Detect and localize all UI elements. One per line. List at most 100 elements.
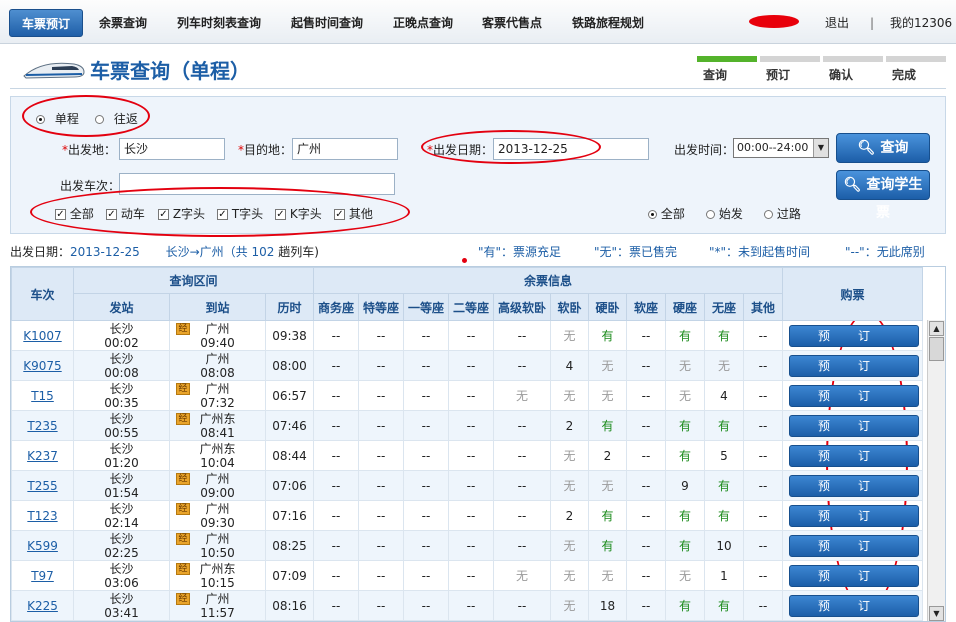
nav-delay-status[interactable]: 正晚点查询: [388, 9, 458, 37]
train-number-link[interactable]: K237: [27, 449, 58, 463]
checkbox-checked[interactable]: ✓: [55, 209, 66, 220]
results-scrollbar[interactable]: ▲ ▼: [927, 320, 945, 621]
nav-timetable[interactable]: 列车时刻表查询: [171, 9, 267, 37]
student-query-button[interactable]: 🔍︎ 查询学生票: [836, 170, 930, 221]
seat-cell: --: [403, 530, 449, 561]
type-emu[interactable]: ✓ 动车: [106, 205, 145, 222]
seat-cell: --: [403, 440, 449, 471]
checkbox-checked[interactable]: ✓: [275, 209, 286, 220]
train-logo-icon: [23, 62, 85, 79]
book-button[interactable]: 预订: [789, 354, 919, 377]
nav-remaining-tickets[interactable]: 余票查询: [94, 9, 152, 37]
book-button[interactable]: 预订: [789, 414, 919, 437]
nav-agencies[interactable]: 客票代售点: [477, 9, 547, 37]
type-all[interactable]: ✓ 全部: [55, 205, 94, 222]
train-number-link[interactable]: T97: [31, 569, 54, 583]
nav-route-planning[interactable]: 铁路旅程规划: [566, 9, 650, 37]
date-input[interactable]: 2013-12-25: [493, 138, 649, 160]
book-button[interactable]: 预订: [789, 474, 919, 497]
seat-cell: --: [448, 380, 494, 411]
departure-cell: 长沙 03:41: [73, 590, 170, 621]
seat-cell: --: [626, 380, 666, 411]
station-start-radio[interactable]: [706, 210, 715, 219]
checkbox-checked[interactable]: ✓: [106, 209, 117, 220]
seat-cell: --: [358, 380, 404, 411]
scroll-down-icon[interactable]: ▼: [929, 606, 944, 621]
seat-cell: 1: [704, 560, 744, 591]
seat-cell: 无: [588, 560, 627, 591]
checkbox-checked[interactable]: ✓: [158, 209, 169, 220]
type-t[interactable]: ✓ T字头: [217, 205, 263, 222]
col-seat-8: 硬座: [665, 293, 705, 321]
station-start[interactable]: 始发: [706, 205, 743, 222]
nav-ticket-booking[interactable]: 车票预订: [9, 9, 83, 37]
train-number-link[interactable]: T123: [27, 509, 57, 523]
seat-cell: --: [403, 500, 449, 531]
seat-cell: --: [313, 320, 359, 351]
book-button[interactable]: 预订: [789, 384, 919, 407]
book-button[interactable]: 预订: [789, 564, 919, 587]
step-book: 预订: [760, 56, 820, 83]
train-results-grid: 车次 查询区间 余票信息 购票 发站 到站 历时 商务座 特等座 一等座 二等座 高级软卧 软卧…: [10, 266, 946, 622]
to-input[interactable]: 广州: [292, 138, 398, 160]
checkbox-checked[interactable]: ✓: [334, 209, 345, 220]
time-select[interactable]: 00:00--24:00 ▼: [733, 138, 829, 158]
logout-link[interactable]: 退出: [825, 9, 849, 37]
query-button[interactable]: 🔍︎ 查询: [836, 133, 930, 163]
seat-cell: 无: [493, 380, 551, 411]
annotation-dot: [462, 258, 467, 263]
seat-cell: --: [403, 380, 449, 411]
col-train-no: 车次: [11, 267, 74, 321]
scroll-up-icon[interactable]: ▲: [929, 321, 944, 336]
trip-round-option[interactable]: 往返: [95, 110, 138, 127]
train-number-link[interactable]: K1007: [23, 329, 61, 343]
train-number-link[interactable]: T255: [27, 479, 57, 493]
round-radio[interactable]: [95, 115, 104, 124]
oneway-radio[interactable]: [36, 115, 45, 124]
from-input[interactable]: 长沙: [119, 138, 225, 160]
departure-cell: 长沙 01:54: [73, 470, 170, 501]
type-other[interactable]: ✓ 其他: [334, 205, 373, 222]
station-pass[interactable]: 过路: [764, 205, 801, 222]
book-button[interactable]: 预订: [789, 594, 919, 617]
checkbox-checked[interactable]: ✓: [217, 209, 228, 220]
book-button[interactable]: 预订: [789, 444, 919, 467]
station-pass-radio[interactable]: [764, 210, 773, 219]
trip-oneway-option[interactable]: 单程: [36, 110, 79, 127]
train-number-link[interactable]: K225: [27, 599, 58, 613]
book-button[interactable]: 预订: [789, 324, 919, 347]
seat-cell: 有: [588, 530, 627, 561]
duration-cell: 06:57: [265, 380, 314, 411]
my12306-link[interactable]: 我的12306: [890, 9, 952, 37]
table-row: K237 长沙 01:20 广州东 10:04 08:44 -- -- -- -- -- 无 2 -- 有 5…: [11, 440, 923, 471]
duration-cell: 08:44: [265, 440, 314, 471]
train-number-link[interactable]: K9075: [23, 359, 61, 373]
train-no-input[interactable]: [119, 173, 395, 195]
seat-cell: --: [743, 350, 783, 381]
train-number-link[interactable]: K599: [27, 539, 58, 553]
seat-cell: 无: [550, 560, 589, 591]
book-button[interactable]: 预订: [789, 504, 919, 527]
seat-cell: --: [313, 410, 359, 441]
via-badge-icon: 经: [176, 473, 190, 485]
result-summary: 出发日期：2013-12-25 长沙→广州（共 102 趟列车): [10, 245, 319, 259]
scroll-thumb[interactable]: [929, 337, 944, 361]
header-divider: [10, 88, 946, 89]
seat-cell: --: [626, 350, 666, 381]
station-all-radio[interactable]: [648, 210, 657, 219]
nav-sale-time[interactable]: 起售时间查询: [285, 9, 369, 37]
duration-cell: 07:46: [265, 410, 314, 441]
type-z[interactable]: ✓ Z字头: [158, 205, 205, 222]
step-query: 查询: [697, 56, 757, 83]
train-number-link[interactable]: T15: [31, 389, 54, 403]
chevron-down-icon[interactable]: ▼: [813, 139, 828, 157]
book-button[interactable]: 预订: [789, 534, 919, 557]
col-seat-1: 特等座: [358, 293, 404, 321]
type-k[interactable]: ✓ K字头: [275, 205, 322, 222]
duration-cell: 09:38: [265, 320, 314, 351]
train-number-link[interactable]: T235: [27, 419, 57, 433]
station-all[interactable]: 全部: [648, 205, 685, 222]
seat-cell: 无: [588, 380, 627, 411]
oneway-label: 单程: [54, 112, 79, 126]
legend-you: "有"：票源充足: [478, 245, 562, 259]
